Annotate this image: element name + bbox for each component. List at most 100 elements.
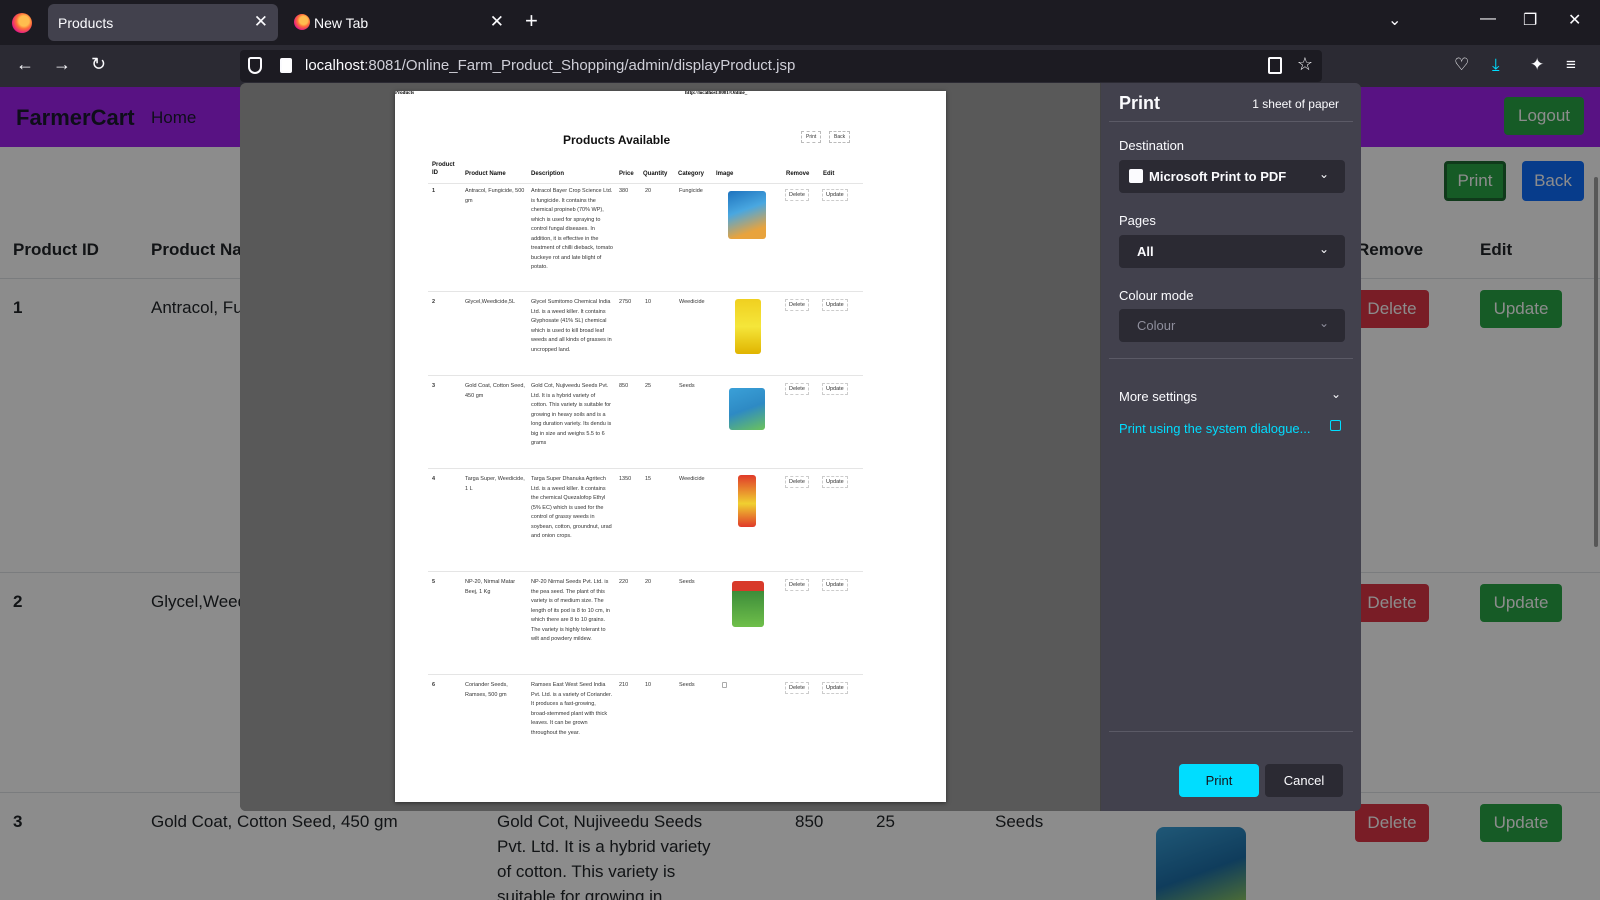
preview-col-price: Price xyxy=(619,171,634,177)
minimize-icon[interactable]: — xyxy=(1480,10,1496,28)
chevron-down-icon: ⌄ xyxy=(1318,316,1329,330)
panel-divider xyxy=(1109,121,1353,122)
preview-row-4-id: 4 xyxy=(432,476,436,482)
preview-row-4-price: 1350 xyxy=(619,476,632,482)
tab-new-tab[interactable]: New Tab ✕ xyxy=(284,4,514,41)
destination-select[interactable]: Microsoft Print to PDF ⌄ xyxy=(1119,160,1345,193)
preview-delete-button: Delete xyxy=(785,383,809,395)
cancel-button[interactable]: Cancel xyxy=(1265,764,1343,797)
panel-divider xyxy=(1109,731,1353,732)
extensions-icon[interactable]: ✦ xyxy=(1530,55,1544,75)
chevron-down-icon: ⌄ xyxy=(1318,167,1329,181)
preview-row-6-category: Seeds xyxy=(679,682,695,688)
close-tab-icon[interactable]: ✕ xyxy=(490,12,504,32)
preview-row-1-price: 380 xyxy=(619,188,629,194)
preview-row-4-quantity: 15 xyxy=(645,476,652,482)
navigation-toolbar: ← → ↻ localhost:8081/Online_Farm_Product… xyxy=(0,45,1600,87)
back-arrow-icon[interactable]: ← xyxy=(16,54,34,75)
tracking-protection-icon[interactable] xyxy=(248,57,262,74)
preview-divider xyxy=(428,375,863,376)
preview-row-2-name: Glycel,Weedicide,5L xyxy=(465,299,516,305)
preview-col-remove: Remove xyxy=(786,171,810,177)
preview-row-6-name: Coriander Seeds, Ramses, 500 gm xyxy=(465,682,508,698)
preview-col-image: Image xyxy=(716,171,734,177)
preview-update-button: Update xyxy=(822,299,848,311)
preview-row-4-name: Targa Super, Weedicide, 1 L xyxy=(465,476,525,492)
preview-row-5-category: Seeds xyxy=(679,579,695,585)
pocket-icon[interactable]: ♡ xyxy=(1454,55,1469,75)
tab-products[interactable]: Products ✕ xyxy=(48,4,278,41)
preview-row-3-category: Seeds xyxy=(679,383,695,389)
tab-title: New Tab xyxy=(314,15,369,31)
bookmark-star-icon[interactable]: ☆ xyxy=(1297,54,1313,75)
more-settings-toggle[interactable]: More settings xyxy=(1119,389,1197,404)
preview-sheet: Products http://localhost:8081/Online_ P… xyxy=(395,91,946,802)
hamburger-menu-icon[interactable]: ≡ xyxy=(1566,55,1576,75)
firefox-menu-icon[interactable] xyxy=(12,13,32,33)
pages-select[interactable]: All ⌄ xyxy=(1119,235,1345,268)
forward-arrow-icon[interactable]: → xyxy=(53,54,71,75)
preview-row-6-description: Ramses East West Seed India Pvt. Ltd. is… xyxy=(531,682,613,736)
preview-row-6-quantity: 10 xyxy=(645,682,652,688)
preview-row-1-name: Antracol, Fungicide, 500 gm xyxy=(465,188,525,204)
preview-update-button: Update xyxy=(822,682,848,694)
downloads-icon[interactable]: ⤓ xyxy=(1492,55,1500,75)
reload-icon[interactable]: ↻ xyxy=(91,54,106,75)
preview-col-edit: Edit xyxy=(823,171,835,177)
print-preview-dialog: Products http://localhost:8081/Online_ P… xyxy=(240,83,1361,811)
preview-delete-button: Delete xyxy=(785,579,809,591)
preview-row-4-category: Weedicide xyxy=(679,476,705,482)
system-dialogue-link[interactable]: Print using the system dialogue... xyxy=(1119,421,1311,436)
preview-row-6-id: 6 xyxy=(432,682,436,688)
page-info-icon[interactable] xyxy=(280,58,292,73)
preview-row-1-quantity: 20 xyxy=(645,188,652,194)
preview-print-button: Print xyxy=(801,131,822,143)
preview-delete-button: Delete xyxy=(785,189,809,201)
preview-row-5-description: NP-20 Nirmal Seeds Pvt. Ltd. is the pea … xyxy=(531,579,610,642)
panel-divider xyxy=(1109,358,1353,359)
chevron-down-icon[interactable]: ⌄ xyxy=(1331,387,1341,401)
sheet-count: 1 sheet of paper xyxy=(1252,97,1339,111)
preview-header-title: Products xyxy=(395,91,415,96)
preview-page-title: Products Available xyxy=(563,133,671,147)
colour-mode-select[interactable]: Colour ⌄ xyxy=(1119,309,1345,342)
preview-divider xyxy=(428,468,863,469)
new-tab-button[interactable]: + xyxy=(525,8,538,34)
preview-divider xyxy=(428,183,863,184)
restore-icon[interactable]: ❐ xyxy=(1523,10,1537,30)
preview-divider xyxy=(428,571,863,572)
preview-update-button: Update xyxy=(822,476,848,488)
preview-row-3-name: Gold Coat, Cotton Seed, 450 gm xyxy=(465,383,525,399)
preview-divider xyxy=(428,674,863,675)
preview-row-3-price: 850 xyxy=(619,383,629,389)
preview-product-image xyxy=(732,581,764,627)
address-bar[interactable]: localhost:8081/Online_Farm_Product_Shopp… xyxy=(240,50,1322,82)
preview-row-5-name: NP-20, Nirmal Matar Beej, 1 Kg xyxy=(465,579,516,595)
preview-row-6-price: 210 xyxy=(619,682,629,688)
url-text[interactable]: localhost:8081/Online_Farm_Product_Shopp… xyxy=(305,57,795,74)
preview-row-5-quantity: 20 xyxy=(645,579,652,585)
close-window-icon[interactable]: ✕ xyxy=(1568,10,1581,30)
close-tab-icon[interactable]: ✕ xyxy=(254,12,268,32)
preview-row-5-id: 5 xyxy=(432,579,436,585)
preview-col-category: Category xyxy=(678,171,705,177)
print-settings-panel: Print 1 sheet of paper Destination Micro… xyxy=(1101,83,1361,811)
preview-update-button: Update xyxy=(822,579,848,591)
preview-delete-button: Delete xyxy=(785,299,809,311)
reader-view-icon[interactable] xyxy=(1268,57,1282,74)
preview-row-2-description: Glycel Sumitomo Chemical India Ltd. is a… xyxy=(531,299,612,353)
firefox-favicon-icon xyxy=(294,14,310,30)
chevron-down-icon: ⌄ xyxy=(1318,242,1329,256)
preview-row-3-id: 3 xyxy=(432,383,436,389)
preview-col-quantity: Quantity xyxy=(643,171,668,177)
preview-product-image xyxy=(728,191,766,239)
external-link-icon xyxy=(1330,420,1341,431)
preview-row-1-description: Antracol Bayer Crop Science Ltd. is fung… xyxy=(531,188,613,270)
preview-header-url: http://localhost:8081/Online_ xyxy=(685,91,748,96)
preview-row-1-category: Fungicide xyxy=(679,188,703,194)
print-button[interactable]: Print xyxy=(1179,764,1259,797)
preview-product-image xyxy=(738,475,756,527)
preview-row-3-quantity: 25 xyxy=(645,383,652,389)
list-all-tabs-icon[interactable]: ⌄ xyxy=(1388,10,1401,30)
preview-product-image xyxy=(735,299,761,354)
